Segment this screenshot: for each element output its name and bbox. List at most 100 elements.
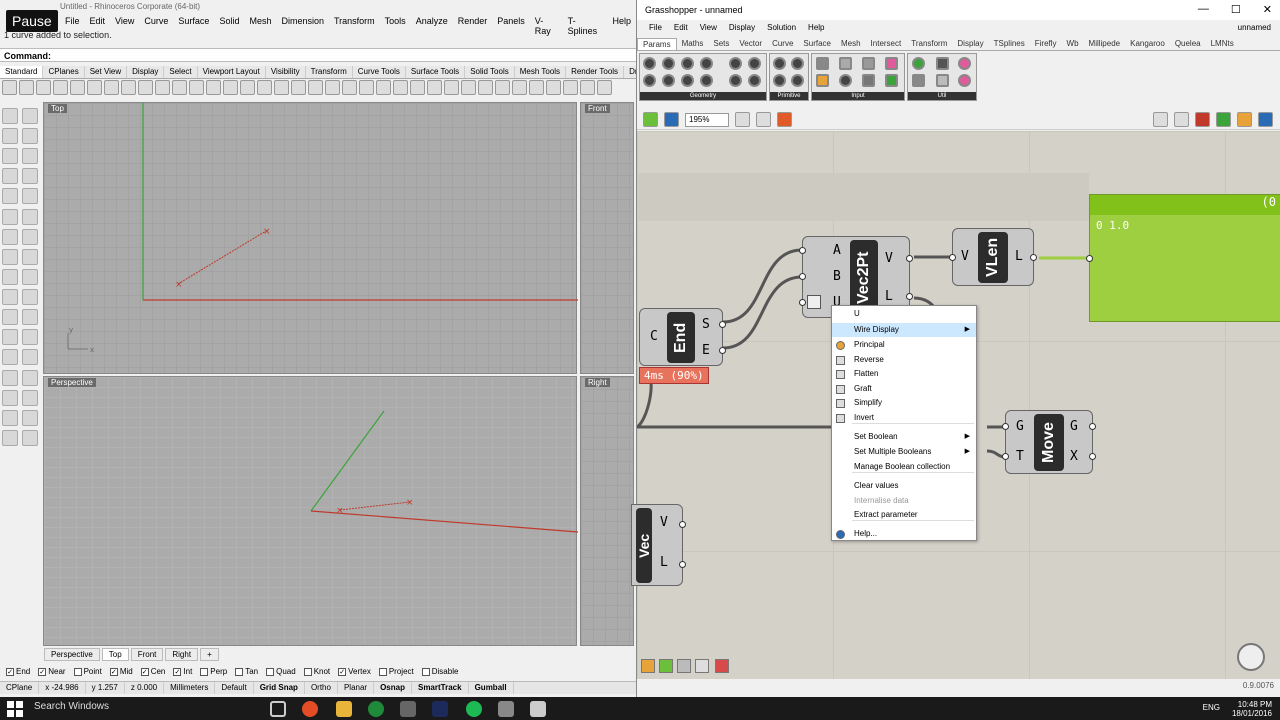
param-icon[interactable] [885, 57, 898, 70]
osnap-int[interactable]: ✓ Int [173, 665, 192, 678]
viewport-front[interactable]: Front [580, 102, 634, 374]
rhino-icon[interactable] [498, 701, 514, 717]
tool-icon[interactable] [2, 429, 18, 446]
menu-item-set-multiple-booleans[interactable]: Set Multiple Booleans ▶ [832, 445, 976, 459]
status-units[interactable]: Millimeters [164, 682, 216, 694]
osnap-project[interactable]: Project [378, 665, 414, 678]
param-icon[interactable] [936, 74, 949, 87]
param-icon[interactable] [885, 74, 898, 87]
viewport-front-label[interactable]: Front [585, 104, 610, 113]
menu-item-clear-values[interactable]: Clear values [832, 479, 976, 493]
vp-tab-right[interactable]: Right [165, 648, 199, 661]
toolbar-icon[interactable] [444, 80, 459, 95]
menu-item-extract-parameter[interactable]: Extract parameter [832, 508, 976, 522]
tool-icon[interactable] [2, 248, 18, 265]
checkbox[interactable]: ✓ [338, 667, 347, 676]
tool-icon[interactable] [22, 128, 38, 145]
param-icon[interactable] [912, 57, 925, 70]
param-icon[interactable] [839, 74, 852, 87]
gh-tab-wb[interactable]: Wb [1062, 38, 1084, 50]
photoshop-icon[interactable] [432, 701, 448, 717]
toolbar-icon[interactable] [104, 80, 119, 95]
tool-icon[interactable] [22, 248, 38, 265]
end-output-e[interactable]: E [702, 343, 710, 358]
toolbar-icon[interactable] [529, 80, 544, 95]
toolbar-icon[interactable] [597, 80, 612, 95]
vlen-output-l[interactable]: L [1015, 249, 1023, 264]
checkbox[interactable] [266, 667, 275, 676]
gh-menu-edit[interactable]: Edit [668, 22, 694, 36]
checkbox[interactable] [378, 667, 387, 676]
menu-item-simplify[interactable]: Simplify [832, 396, 976, 410]
param-icon[interactable] [643, 57, 656, 70]
preview-wire-icon[interactable] [1153, 112, 1168, 127]
menu-dimension[interactable]: Dimension [276, 14, 329, 30]
tool-icon[interactable] [22, 369, 38, 386]
toolbar-icon[interactable] [291, 80, 306, 95]
gh-tab-millipede[interactable]: Millipede [1084, 38, 1126, 50]
sketch-icon[interactable] [777, 112, 792, 127]
move-input-g[interactable]: G [1016, 419, 1024, 434]
menu-edit[interactable]: Edit [85, 14, 111, 30]
osnap-cen[interactable]: ✓ Cen [140, 665, 165, 678]
move-input-t[interactable]: T [1016, 449, 1024, 464]
param-icon[interactable] [839, 57, 852, 70]
taskbar-clock[interactable]: 10:48 PM 18/01/2016 [1232, 700, 1272, 718]
checkbox[interactable]: ✓ [173, 667, 182, 676]
open-icon[interactable] [643, 112, 658, 127]
tool-icon[interactable] [22, 108, 38, 124]
menu-tsplines[interactable]: T-Splines [563, 14, 608, 36]
toolbar-tab[interactable]: Curve Tools [353, 66, 406, 78]
toolbar-icon[interactable] [138, 80, 153, 95]
gh-tab-surface[interactable]: Surface [798, 38, 836, 50]
menu-item-invert[interactable]: Invert [832, 411, 976, 425]
checkbox[interactable]: ✓ [38, 667, 47, 676]
toolbar-icon[interactable] [478, 80, 493, 95]
osnap-mid[interactable]: ✓ Mid [109, 665, 133, 678]
menu-item-help[interactable]: Help... [832, 527, 976, 541]
end-component[interactable]: C End S E [639, 308, 726, 366]
tool-icon[interactable] [2, 349, 18, 366]
param-icon[interactable] [643, 74, 656, 87]
toolbar-tab[interactable]: Transform [306, 66, 353, 78]
param-icon[interactable] [773, 57, 786, 70]
param-icon[interactable] [662, 57, 675, 70]
tool-icon[interactable] [2, 228, 18, 245]
menu-solid[interactable]: Solid [214, 14, 244, 30]
osnap-tan[interactable]: Tan [235, 665, 258, 678]
osnap-end[interactable]: ✓ End [6, 665, 30, 678]
tool-icon[interactable] [22, 168, 38, 185]
vp-tab-top[interactable]: Top [101, 648, 129, 661]
status-gumball[interactable]: Gumball [469, 682, 514, 694]
param-icon[interactable] [700, 57, 713, 70]
tool-icon[interactable] [2, 389, 18, 406]
viewport-perspective[interactable]: Perspective × × [43, 376, 578, 646]
menu-transform[interactable]: Transform [329, 14, 380, 30]
tool-icon[interactable] [22, 349, 38, 366]
osnap-perp[interactable]: Perp [200, 665, 227, 678]
bottom-tool-icon[interactable] [715, 659, 729, 673]
checkbox[interactable] [421, 667, 430, 676]
end-output-s[interactable]: S [702, 317, 710, 332]
menu-help[interactable]: Help [607, 14, 636, 30]
menu-item-flatten[interactable]: Flatten [832, 367, 976, 381]
toolbar-icon[interactable] [563, 80, 578, 95]
gh-tab-display[interactable]: Display [952, 38, 988, 50]
gh-menu-solution[interactable]: Solution [761, 22, 802, 36]
gh-tab-mesh[interactable]: Mesh [836, 38, 866, 50]
menu-render[interactable]: Render [453, 14, 493, 30]
toolbar-icon[interactable] [342, 80, 357, 95]
tool-icon[interactable] [22, 389, 38, 406]
windows-start-icon[interactable] [6, 700, 24, 718]
toolbar-icon[interactable] [70, 80, 85, 95]
bottom-tool-icon[interactable] [695, 659, 709, 673]
tool-icon[interactable] [22, 228, 38, 245]
param-icon[interactable] [912, 74, 925, 87]
toolbar-icon[interactable] [53, 80, 68, 95]
tool-icon[interactable] [22, 208, 38, 225]
minimize-icon[interactable]: — [1198, 3, 1209, 16]
osnap-point[interactable]: Point [73, 665, 102, 678]
tool-icon[interactable] [22, 409, 38, 426]
toolbar-icon[interactable] [580, 80, 595, 95]
checkbox[interactable] [303, 667, 312, 676]
